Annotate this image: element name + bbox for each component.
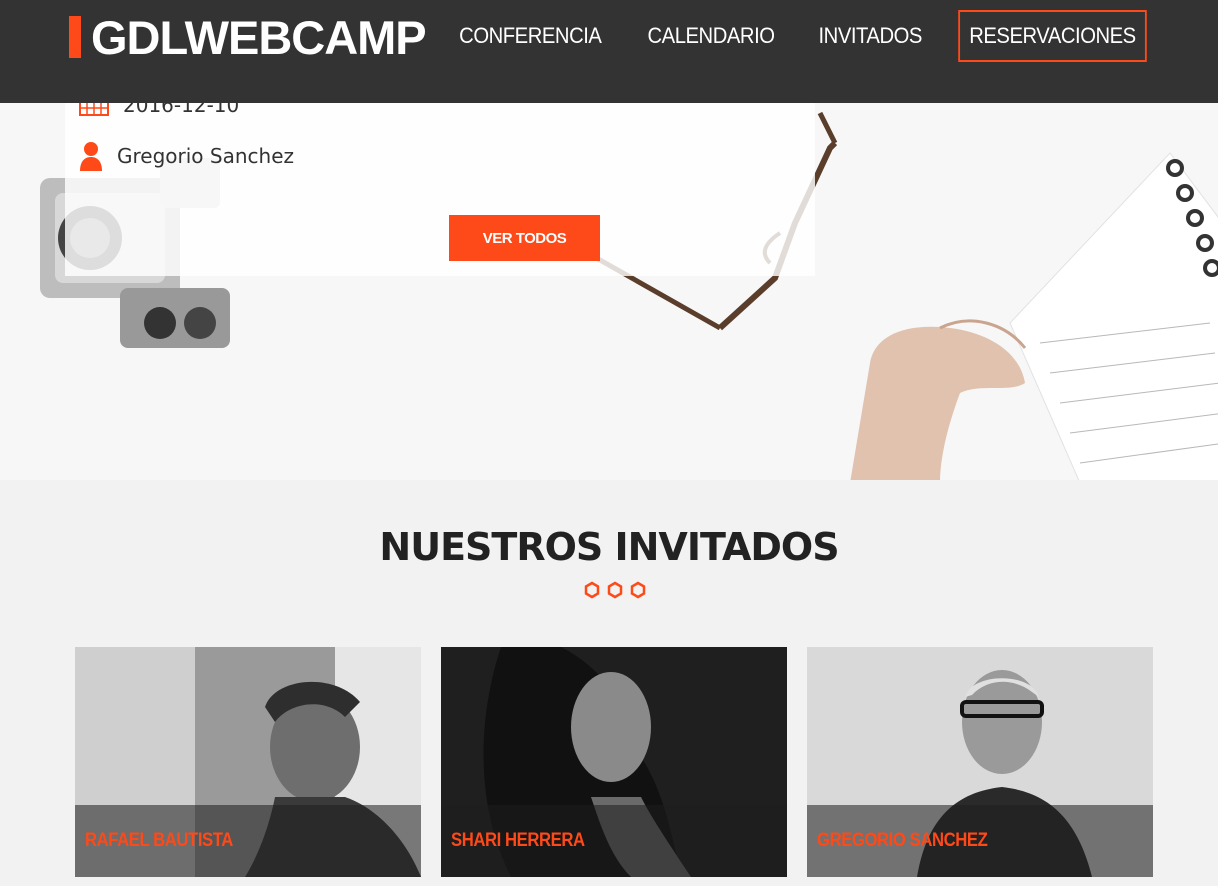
hero-background: 2016-12-10 Gregorio Sanchez VER TODOS (0, 103, 1218, 480)
guest-name: RAFAEL BAUTISTA (85, 830, 233, 851)
site-logo[interactable]: GDLWEBCAMP (69, 8, 427, 66)
nav-conferencia[interactable]: CONFERENCIA (459, 23, 602, 49)
guest-caption: GREGORIO SANCHEZ (807, 805, 1153, 877)
guest-caption: SHARI HERRERA (441, 805, 787, 877)
event-host: Gregorio Sanchez (117, 144, 294, 168)
hexagon-icon (584, 581, 600, 599)
hand-image (850, 319, 1027, 480)
logo-text: GDLWEBCAMP (91, 10, 427, 64)
guest-name: GREGORIO SANCHEZ (817, 830, 988, 851)
hexagon-icon (607, 581, 623, 599)
nav-invitados[interactable]: INVITADOS (818, 23, 922, 49)
hexagon-icon (630, 581, 646, 599)
logo-accent-bar (69, 16, 81, 58)
event-date-row: 2016-12-10 (79, 103, 239, 117)
calendar-icon (79, 103, 109, 116)
hexagon-divider (583, 581, 647, 599)
site-header: GDLWEBCAMP CONFERENCIA CALENDARIO INVITA… (0, 0, 1218, 103)
user-icon (80, 142, 102, 171)
event-card: 2016-12-10 Gregorio Sanchez VER TODOS (65, 103, 815, 276)
section-title: NUESTROS INVITADOS (379, 525, 839, 569)
nav-reservaciones[interactable]: RESERVACIONES (958, 9, 1147, 62)
guest-card[interactable]: GREGORIO SANCHEZ (807, 647, 1153, 877)
ver-todos-button[interactable]: VER TODOS (449, 215, 600, 261)
guest-card[interactable]: RAFAEL BAUTISTA (75, 647, 421, 877)
main-nav: CONFERENCIA CALENDARIO INVITADOS RESERVA… (419, 8, 1155, 63)
guest-caption: RAFAEL BAUTISTA (75, 805, 421, 877)
event-host-row: Gregorio Sanchez (79, 141, 294, 171)
guest-list: RAFAEL BAUTISTA SHARI HERRERA GREGORIO S… (75, 647, 1153, 877)
nav-calendario[interactable]: CALENDARIO (647, 23, 774, 49)
guest-card[interactable]: SHARI HERRERA (441, 647, 787, 877)
event-date: 2016-12-10 (123, 103, 240, 117)
guest-name: SHARI HERRERA (451, 830, 585, 851)
